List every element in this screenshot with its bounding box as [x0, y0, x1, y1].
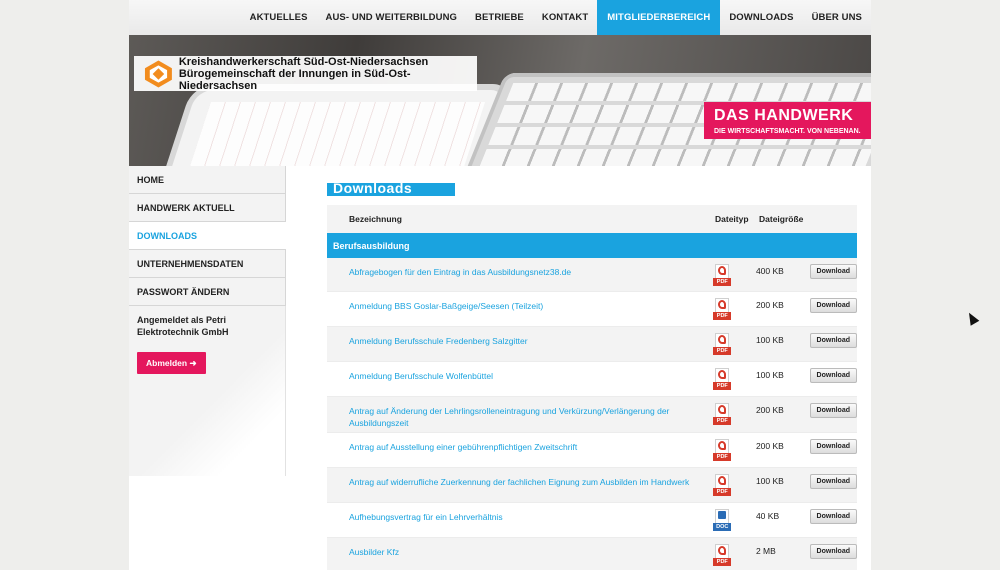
nav-item[interactable]: AUS- UND WEITERBILDUNG — [317, 0, 467, 35]
download-button[interactable]: Download — [809, 264, 857, 279]
download-button[interactable]: Download — [809, 544, 857, 559]
section-header: Berufsausbildung — [327, 233, 857, 258]
file-name-link[interactable]: Antrag auf Ausstellung einer gebührenpfl… — [327, 433, 710, 453]
file-type-label: PDF — [713, 278, 732, 286]
file-type-label: PDF — [713, 417, 732, 425]
file-name-link[interactable]: Aufhebungsvertrag für ein Lehrverhältnis — [327, 503, 710, 523]
file-type-label: PDF — [713, 488, 732, 496]
file-size: 200 KB — [755, 405, 784, 415]
nav-item[interactable]: DOWNLOADS — [720, 0, 802, 35]
download-button[interactable]: Download — [809, 368, 857, 383]
site-container: AKTUELLES AUS- UND WEITERBILDUNG BETRIEBE K… — [129, 0, 871, 570]
pdf-file-icon: PDF — [713, 264, 732, 286]
pdf-file-icon: PDF — [713, 403, 732, 425]
column-header-type: Dateityp — [715, 214, 749, 224]
download-button[interactable]: Download — [809, 403, 857, 418]
table-row: Abfragebogen für den Eintrag in das Ausb… — [327, 258, 857, 292]
file-size: 100 KB — [755, 476, 784, 486]
logged-in-text: Angemeldet als Petri Elektrotechnik GmbH — [137, 315, 229, 337]
nav-item[interactable]: ÜBER UNS — [803, 0, 871, 35]
sidebar-item[interactable]: UNTERNEHMENSDATEN — [129, 250, 286, 278]
top-navigation: AKTUELLES AUS- UND WEITERBILDUNG BETRIEBE K… — [129, 0, 871, 35]
column-header-size: Dateigröße — [759, 214, 804, 224]
main-content: Downloads Bezeichnung Dateityp Dateigröß… — [327, 166, 857, 570]
site-title-line1: Kreishandwerkerschaft Süd-Ost-Niedersach… — [178, 55, 429, 68]
site-logo-box[interactable]: Kreishandwerkerschaft Süd-Ost-Niedersach… — [134, 55, 477, 92]
table-row: Antrag auf Änderung der Lehrlingsrollene… — [327, 397, 857, 433]
doc-file-icon: DOC — [713, 509, 732, 531]
page-title: Downloads — [327, 183, 455, 196]
file-name-link[interactable]: Anmeldung BBS Goslar-Baßgeige/Seesen (Te… — [327, 292, 710, 312]
file-name-link[interactable]: Anmeldung Berufsschule Wolfenbüttel — [327, 362, 710, 382]
hero-banner: Kreishandwerkerschaft Süd-Ost-Niedersach… — [129, 35, 871, 166]
das-handwerk-badge: DAS HANDWERK DIE WIRTSCHAFTSMACHT. VON N… — [704, 102, 871, 139]
nav-item[interactable]: KONTAKT — [533, 0, 597, 35]
sidebar: HOME HANDWERK AKTUELL DOWNLOADS UNTERNEHMEN… — [129, 166, 286, 570]
file-size: 200 KB — [755, 300, 784, 310]
logo-icon — [144, 60, 172, 87]
download-button[interactable]: Download — [809, 298, 857, 313]
pdf-file-icon: PDF — [713, 439, 732, 461]
file-size: 100 KB — [755, 335, 784, 345]
file-type-label: DOC — [713, 523, 732, 531]
site-title-line2: Bürogemeinschaft der Innungen in Süd-Ost… — [178, 67, 411, 92]
download-button[interactable]: Download — [809, 439, 857, 454]
badge-slogan: DIE WIRTSCHAFTSMACHT. VON NEBENAN. — [714, 128, 861, 135]
table-row: Anmeldung Berufsschule Wolfenbüttel PDF 10… — [327, 362, 857, 397]
file-size: 2 MB — [755, 546, 776, 556]
pdf-file-icon: PDF — [713, 474, 732, 496]
file-name-link[interactable]: Antrag auf Änderung der Lehrlingsrollene… — [327, 397, 710, 429]
pdf-file-icon: PDF — [713, 368, 732, 390]
file-size: 100 KB — [755, 370, 784, 380]
file-size: 400 KB — [755, 266, 784, 276]
download-button[interactable]: Download — [809, 509, 857, 524]
logout-button[interactable]: Abmelden ➜ — [137, 352, 206, 374]
file-size: 40 KB — [755, 511, 780, 521]
pdf-file-icon: PDF — [713, 333, 732, 355]
file-name-link[interactable]: Antrag auf widerrufliche Zuerkennung der… — [327, 468, 710, 488]
table-row: Aufhebungsvertrag für ein Lehrverhältnis… — [327, 503, 857, 538]
pdf-file-icon: PDF — [713, 298, 732, 320]
sidebar-item[interactable]: HOME — [129, 166, 286, 194]
table-row: Antrag auf Ausstellung einer gebührenpfl… — [327, 433, 857, 468]
sidebar-item[interactable]: HANDWERK AKTUELL — [129, 194, 286, 222]
table-row: Antrag auf widerrufliche Zuerkennung der… — [327, 468, 857, 503]
tablet-image — [161, 90, 507, 166]
file-type-label: PDF — [713, 347, 732, 355]
nav-item[interactable]: MITGLIEDERBEREICH — [597, 0, 721, 35]
download-button[interactable]: Download — [809, 474, 857, 489]
sidebar-item[interactable]: DOWNLOADS — [129, 222, 286, 250]
file-size: 200 KB — [755, 441, 784, 451]
nav-item[interactable]: AKTUELLES — [241, 0, 317, 35]
sidebar-item[interactable]: PASSWORT ÄNDERN — [129, 278, 286, 306]
pdf-file-icon: PDF — [713, 544, 732, 566]
login-info-box: Angemeldet als Petri Elektrotechnik GmbH… — [129, 306, 286, 476]
file-type-label: PDF — [713, 312, 732, 320]
column-header-name: Bezeichnung — [349, 214, 402, 224]
table-row: Ausbilder Kfz PDF 2 MB Download — [327, 538, 857, 570]
table-row: Anmeldung Berufsschule Fredenberg Salzgi… — [327, 327, 857, 362]
table-row: Anmeldung BBS Goslar-Baßgeige/Seesen (Te… — [327, 292, 857, 327]
download-button[interactable]: Download — [809, 333, 857, 348]
badge-title: DAS HANDWERK — [714, 107, 854, 124]
table-header: Bezeichnung Dateityp Dateigröße — [327, 205, 857, 233]
file-name-link[interactable]: Abfragebogen für den Eintrag in das Ausb… — [327, 258, 710, 278]
file-name-link[interactable]: Anmeldung Berufsschule Fredenberg Salzgi… — [327, 327, 710, 347]
file-type-label: PDF — [713, 453, 732, 461]
file-type-label: PDF — [713, 558, 732, 566]
file-type-label: PDF — [713, 382, 732, 390]
downloads-table: Bezeichnung Dateityp Dateigröße Berufsau… — [327, 205, 857, 570]
nav-item[interactable]: BETRIEBE — [466, 0, 533, 35]
mouse-cursor-icon — [964, 310, 980, 326]
file-name-link[interactable]: Ausbilder Kfz — [327, 538, 710, 558]
